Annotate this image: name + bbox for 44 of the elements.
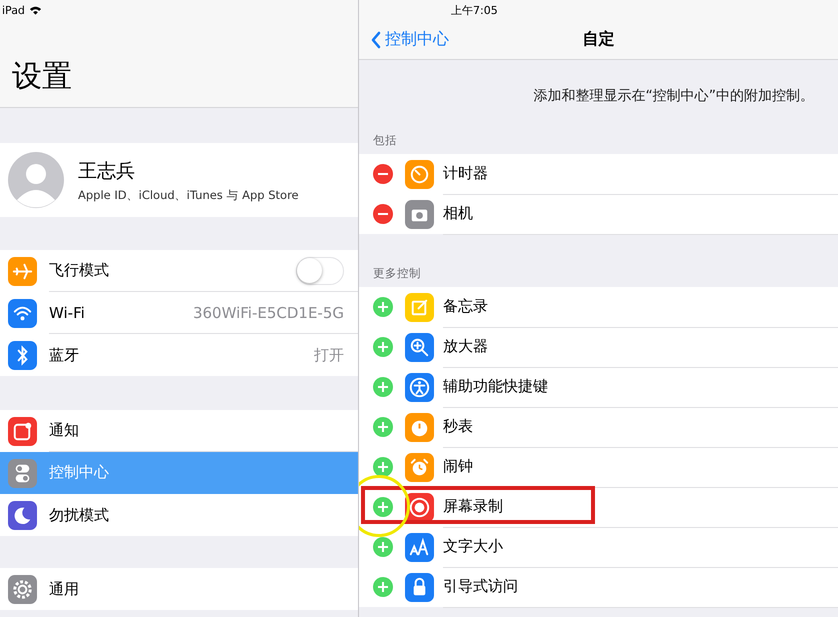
add-button[interactable] (373, 337, 393, 357)
control-label[interactable]: 备忘录 (443, 297, 488, 316)
back-chevron-icon (371, 30, 381, 48)
control-label[interactable]: 放大器 (443, 337, 488, 356)
add-button[interactable] (373, 497, 393, 517)
control-label[interactable]: 相机 (443, 204, 473, 223)
item-value: 360WiFi-E5CD1E-5G (192, 304, 344, 322)
back-button[interactable]: 控制中心 (359, 29, 449, 50)
section-header: 更多控制 (373, 266, 421, 281)
nav-title: 自定 (582, 29, 616, 50)
control-label[interactable]: 秒表 (443, 417, 473, 436)
item-label: 飞行模式 (49, 261, 110, 280)
remove-button[interactable] (373, 204, 393, 224)
item-label: 通用 (49, 580, 80, 598)
item-label: 通知 (49, 421, 80, 440)
item-label: 控制中心 (49, 463, 110, 482)
add-button[interactable] (373, 577, 393, 597)
add-button[interactable] (373, 537, 393, 557)
device-name: iPad (2, 4, 25, 16)
section-header: 包括 (373, 133, 397, 148)
control-label[interactable]: 屏幕录制 (443, 497, 503, 516)
remove-button[interactable] (373, 164, 393, 184)
profile-row[interactable]: 王志兵 Apple ID、iCloud、iTunes 与 App Store (0, 143, 358, 217)
profile-subtitle: Apple ID、iCloud、iTunes 与 App Store (78, 188, 299, 202)
control-label[interactable]: 闹钟 (443, 457, 473, 476)
item-label: 蓝牙 (49, 346, 80, 364)
add-button[interactable] (373, 457, 393, 477)
description-text: 添加和整理显示在“控制中心”中的附加控制。 (533, 87, 814, 105)
status-time: 上午7:05 (451, 2, 498, 18)
item-label: Wi-Fi (49, 304, 86, 322)
control-label[interactable]: 计时器 (443, 164, 488, 183)
avatar-silhouette-icon (8, 152, 64, 208)
toggle-switch[interactable] (296, 256, 344, 284)
add-button[interactable] (373, 377, 393, 397)
add-button[interactable] (373, 297, 393, 317)
add-button[interactable] (373, 417, 393, 437)
control-label[interactable]: 辅助功能快捷键 (443, 377, 548, 396)
profile-name: 王志兵 (78, 158, 136, 184)
control-label[interactable]: 引导式访问 (443, 577, 518, 596)
control-label[interactable]: 文字大小 (443, 537, 503, 556)
page-title: 设置 (11, 58, 72, 96)
item-value: 打开 (314, 346, 344, 364)
item-label: 勿扰模式 (49, 506, 110, 524)
wifi-signal-icon (28, 5, 42, 15)
